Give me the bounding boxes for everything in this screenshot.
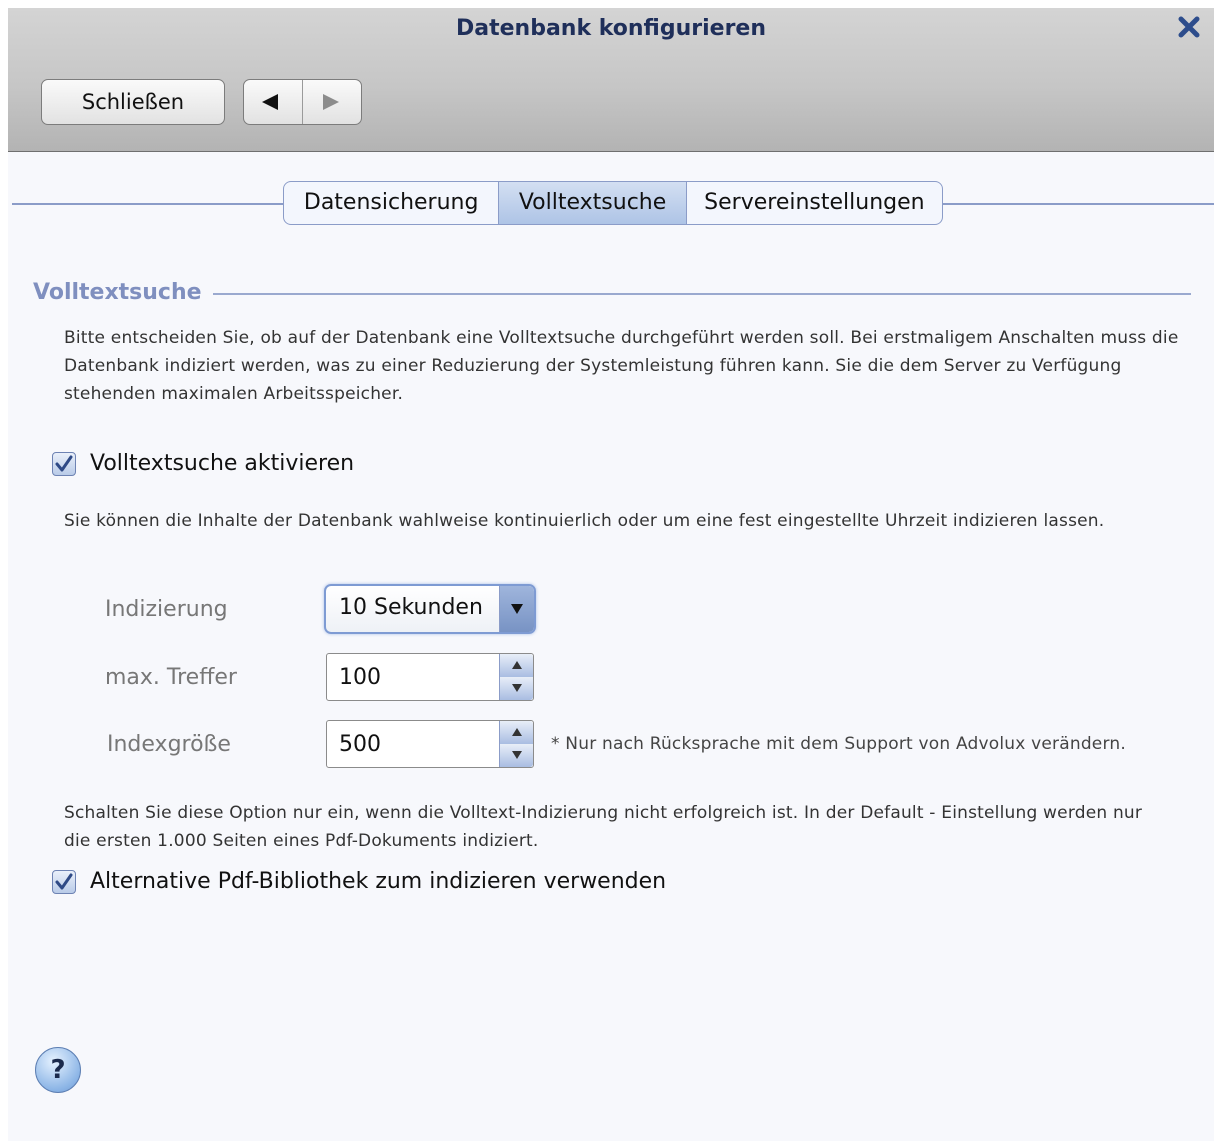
checkmark-icon: [55, 455, 73, 471]
tab-servereinstellungen[interactable]: Servereinstellungen: [685, 182, 942, 224]
next-button[interactable]: [303, 80, 361, 124]
indexing-label: Indizierung: [105, 597, 228, 622]
index-size-label: Indexgröße: [107, 732, 231, 757]
alternative-pdf-label: Alternative Pdf-Bibliothek zum indiziere…: [90, 869, 667, 894]
help-icon[interactable]: ?: [35, 1047, 81, 1093]
triangle-left-icon: [262, 94, 278, 110]
index-size-stepper: [326, 720, 534, 768]
increment-arrow-icon[interactable]: [500, 654, 533, 678]
max-hits-spin-buttons: [499, 654, 533, 700]
tab-bar: Datensicherung Volltextsuche Servereinst…: [283, 181, 943, 225]
triangle-right-icon: [323, 94, 339, 110]
decrement-arrow-icon[interactable]: [500, 744, 533, 767]
index-size-input[interactable]: [328, 722, 498, 766]
checkmark-icon: [55, 873, 73, 889]
decrement-arrow-icon[interactable]: [500, 677, 533, 700]
pdf-info-text: Schalten Sie diese Option nur ein, wenn …: [64, 803, 1143, 851]
close-x-icon[interactable]: [1176, 14, 1202, 40]
tab-datensicherung[interactable]: Datensicherung: [284, 182, 498, 224]
alternative-pdf-checkbox[interactable]: Alternative Pdf-Bibliothek zum indiziere…: [52, 869, 666, 894]
previous-button[interactable]: [244, 80, 303, 124]
fulltext-enable-checkbox[interactable]: Volltextsuche aktivieren: [52, 451, 354, 476]
max-hits-input[interactable]: [328, 655, 498, 699]
section-title: Volltextsuche: [33, 280, 202, 305]
indexing-select[interactable]: 10 Sekunden: [324, 584, 536, 634]
tab-volltextsuche[interactable]: Volltextsuche: [498, 182, 686, 224]
dialog-title: Datenbank konfigurieren: [455, 16, 767, 41]
indexing-info-text: Sie können die Inhalte der Datenbank wah…: [64, 511, 1105, 531]
navigation-buttons: [243, 79, 362, 125]
intro-text: Bitte entscheiden Sie, ob auf der Datenb…: [64, 328, 1179, 404]
section-divider: [213, 293, 1191, 295]
indexing-select-value: 10 Sekunden: [339, 595, 483, 620]
config-dialog: Datenbank konfigurieren Schließen Datens…: [8, 8, 1214, 1141]
fulltext-enable-label: Volltextsuche aktivieren: [90, 451, 355, 476]
dialog-header: Datenbank konfigurieren Schließen: [8, 8, 1214, 152]
max-hits-stepper: [326, 653, 534, 701]
index-size-spin-buttons: [499, 721, 533, 767]
close-button[interactable]: Schließen: [41, 79, 225, 125]
index-size-note: * Nur nach Rücksprache mit dem Support v…: [551, 734, 1126, 754]
chevron-down-icon[interactable]: [499, 586, 534, 632]
checkbox-box[interactable]: [52, 451, 76, 476]
checkbox-box[interactable]: [52, 869, 76, 894]
max-hits-label: max. Treffer: [105, 665, 237, 690]
increment-arrow-icon[interactable]: [500, 721, 533, 745]
